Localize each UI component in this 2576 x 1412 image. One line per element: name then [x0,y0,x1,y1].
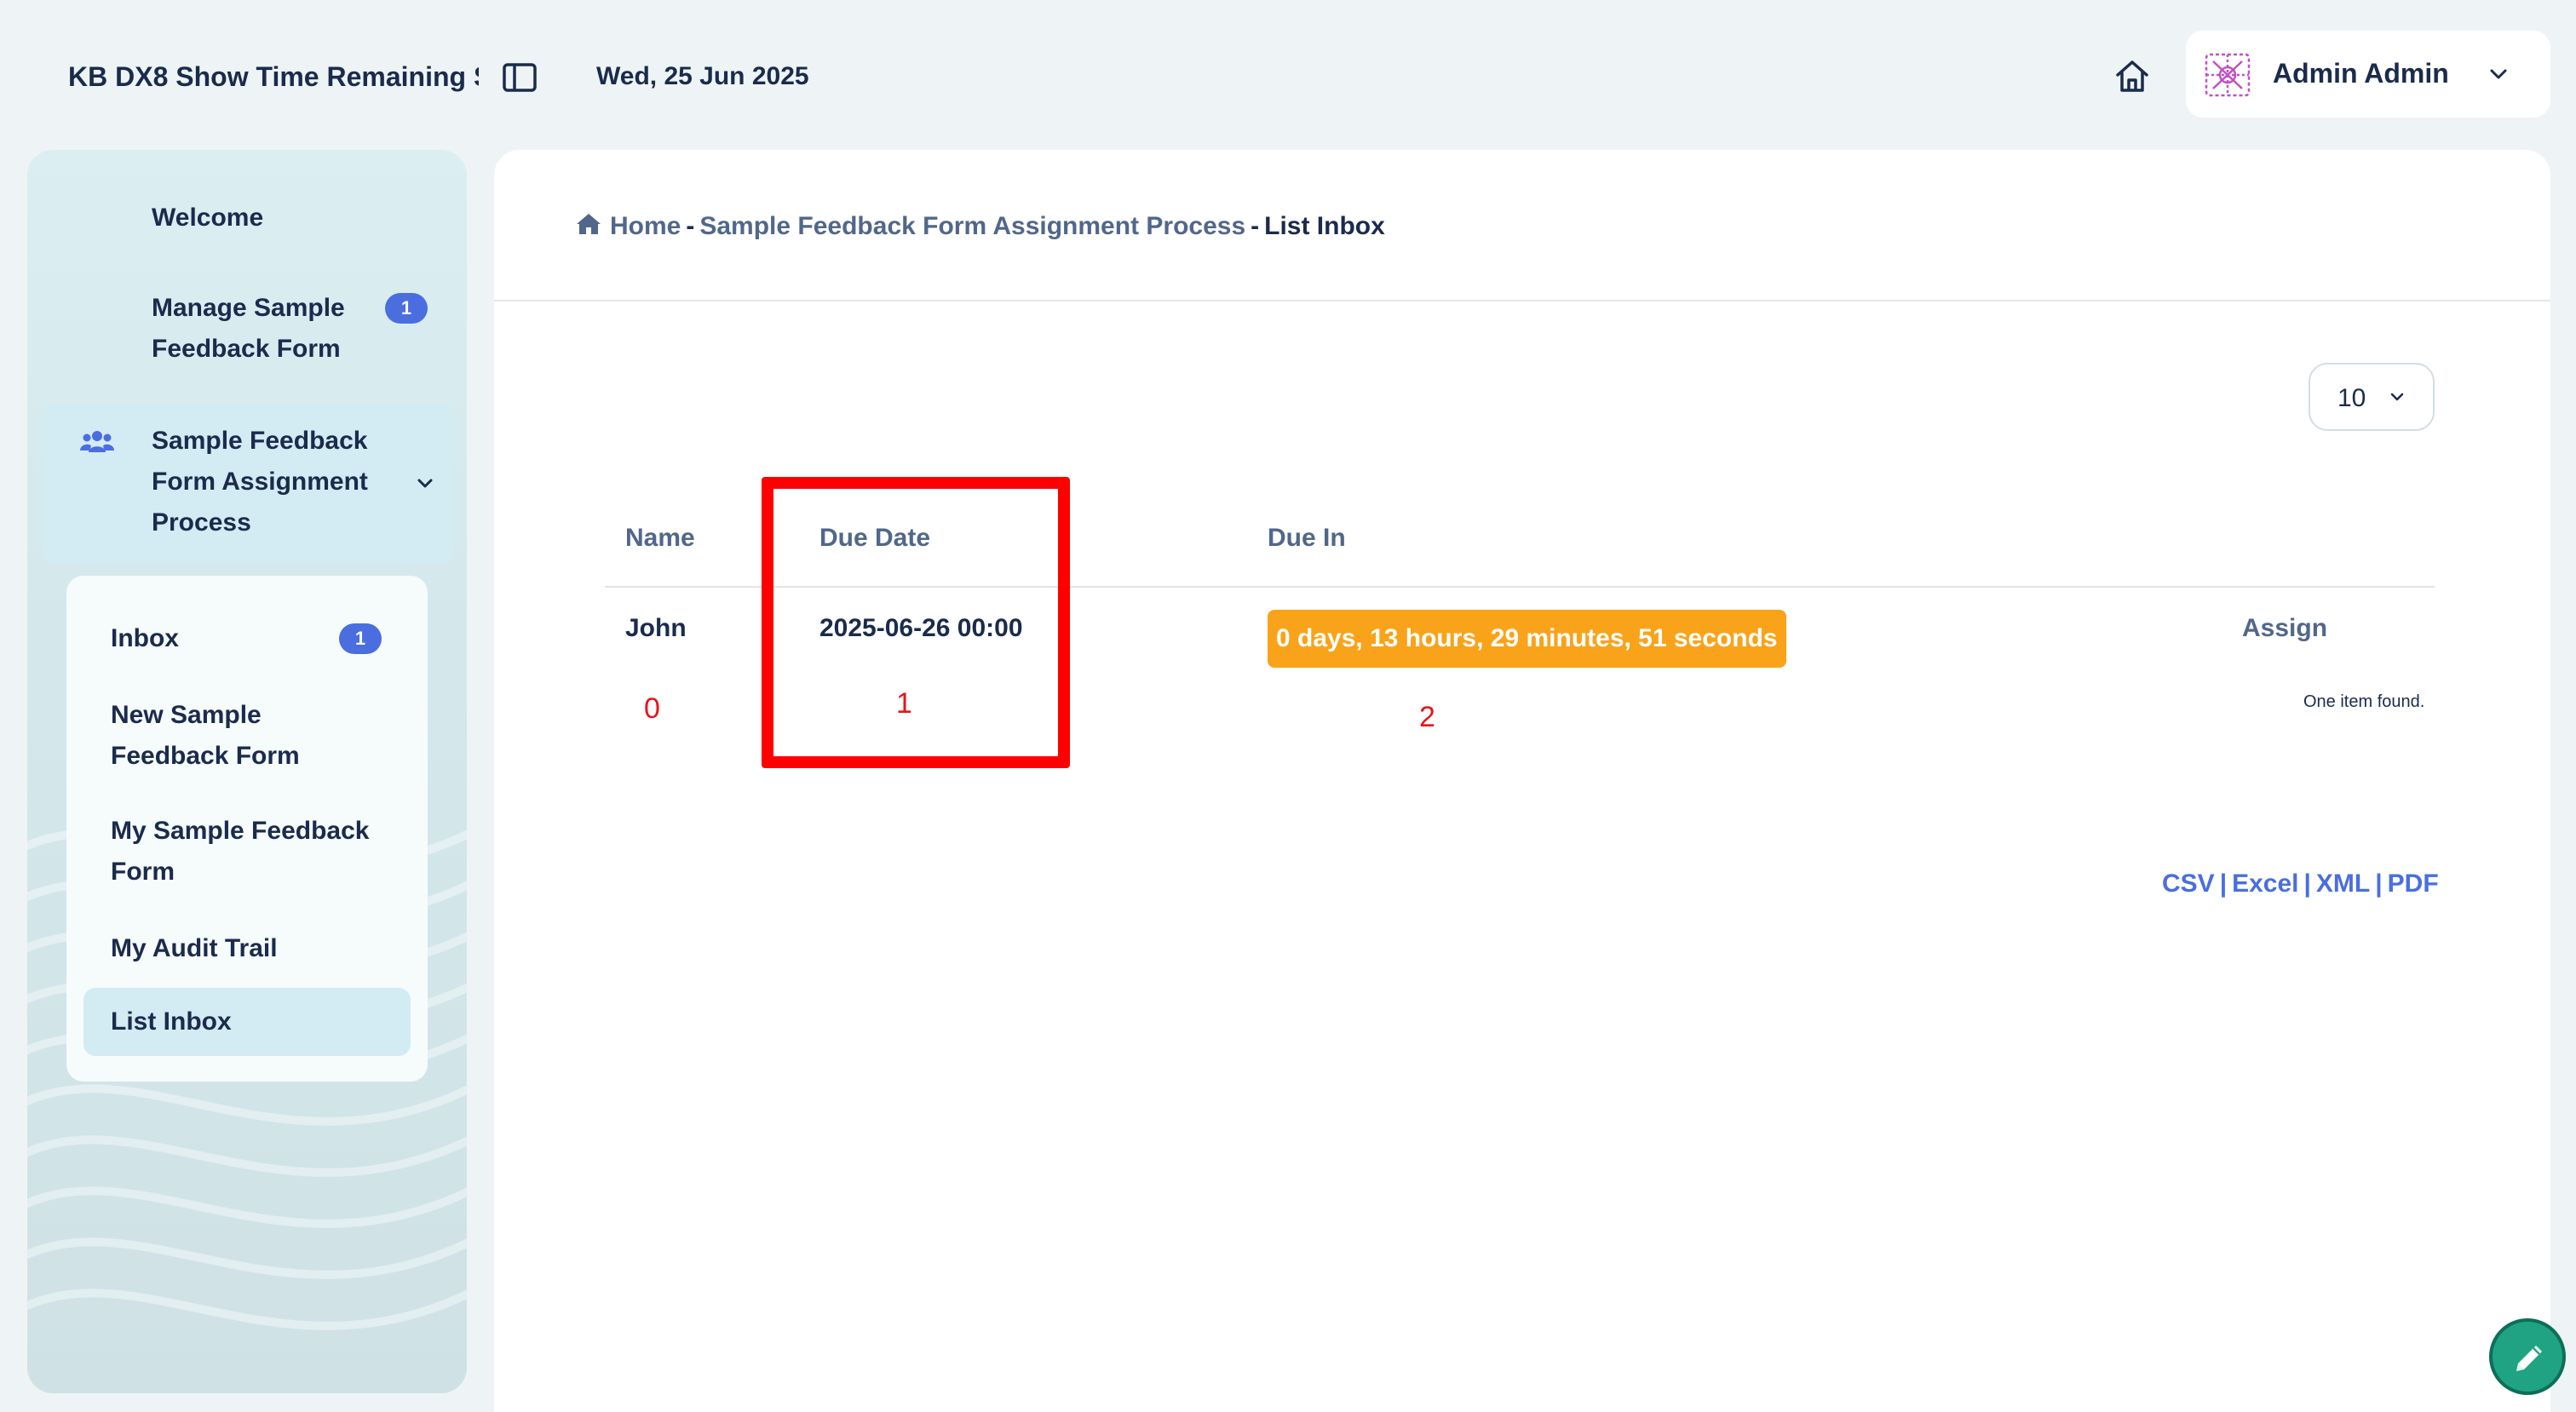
assign-link[interactable]: Assign [2242,610,2327,647]
sidebar-item-audit-trail[interactable]: My Audit Trail [66,928,428,969]
sidebar-item-list-inbox[interactable]: List Inbox [83,988,411,1056]
sidebar-item-assignment-process[interactable]: Sample Feedback Form Assignment Process [43,404,453,564]
export-excel-link[interactable]: Excel [2232,870,2298,898]
column-header-name[interactable]: Name [625,519,695,557]
export-separator: | [2375,870,2383,898]
breadcrumb-separator: - [686,212,695,240]
column-header-due-in[interactable]: Due In [1268,519,1346,557]
sidebar-item-label: Manage Sample Feedback Form [152,294,345,363]
user-menu[interactable]: Admin Admin [2186,31,2550,118]
page-size-select[interactable]: 10 [2309,363,2435,431]
sidebar-item-label: My Audit Trail [111,934,278,962]
breadcrumb: Home - Sample Feedback Form Assignment Pro… [576,208,1385,245]
sidebar-item-label: My Sample Feedback Form [111,817,370,886]
manage-count-badge: 1 [385,293,428,324]
sidebar-item-my-form[interactable]: My Sample Feedback Form [66,811,428,893]
sidebar-item-inbox[interactable]: Inbox 1 [66,618,428,659]
current-date: Wed, 25 Jun 2025 [596,62,809,90]
users-icon [80,428,114,455]
sidebar-item-new-form[interactable]: New Sample Feedback Form [66,695,428,777]
pencil-icon [2516,1346,2542,1371]
main-panel: Home - Sample Feedback Form Assignment Pro… [494,150,2550,1412]
topbar: KB DX8 Show Time Remaining Sample Wed, 2… [0,0,2576,152]
sidebar-item-label: Welcome [152,204,264,232]
user-name: Admin Admin [2273,58,2449,89]
annotation-highlight-box [762,477,1070,768]
export-separator: | [2219,870,2228,898]
sidebar-item-label: List Inbox [111,1007,232,1036]
export-xml-link[interactable]: XML [2316,870,2370,898]
breadcrumb-separator: - [1251,212,1260,240]
chevron-down-icon[interactable] [412,468,438,494]
divider [494,300,2550,301]
sidebar-item-label: Sample Feedback Form Assignment Process [152,427,368,537]
result-count: One item found. [2303,692,2425,711]
breadcrumb-process[interactable]: Sample Feedback Form Assignment Process [699,212,1245,240]
avatar-icon [2203,51,2252,99]
inbox-count-badge: 1 [339,623,382,654]
breadcrumb-home[interactable]: Home [610,212,681,240]
sidebar-item-welcome[interactable]: Welcome [43,198,453,238]
export-links: CSV | Excel | XML | PDF [2162,865,2439,903]
export-pdf-link[interactable]: PDF [2388,870,2439,898]
home-icon[interactable] [576,210,601,234]
annotation-marker: 2 [1419,701,1435,733]
export-separator: | [2303,870,2311,898]
edit-fab-button[interactable] [2489,1318,2566,1395]
cell-name: John [625,614,687,642]
sidebar-item-label: New Sample Feedback Form [111,701,300,770]
app-title: KB DX8 Show Time Remaining Sample [68,61,479,92]
chevron-down-icon[interactable] [2486,61,2511,87]
cell-due-in-badge: 0 days, 13 hours, 29 minutes, 51 seconds [1268,610,1786,668]
page-size-value: 10 [2337,384,2366,412]
export-csv-link[interactable]: CSV [2162,870,2215,898]
chevron-down-icon [2387,387,2407,407]
breadcrumb-current: List Inbox [1264,212,1385,240]
sidebar-item-manage-form[interactable]: Manage Sample Feedback Form 1 [43,288,453,373]
home-icon[interactable] [2113,56,2152,95]
sidebar: Welcome Manage Sample Feedback Form 1 Sa… [27,150,467,1393]
annotation-marker: 0 [644,692,660,725]
sidebar-submenu: Inbox 1 New Sample Feedback Form My Samp… [66,576,428,1082]
sidebar-toggle-icon[interactable] [503,63,537,92]
